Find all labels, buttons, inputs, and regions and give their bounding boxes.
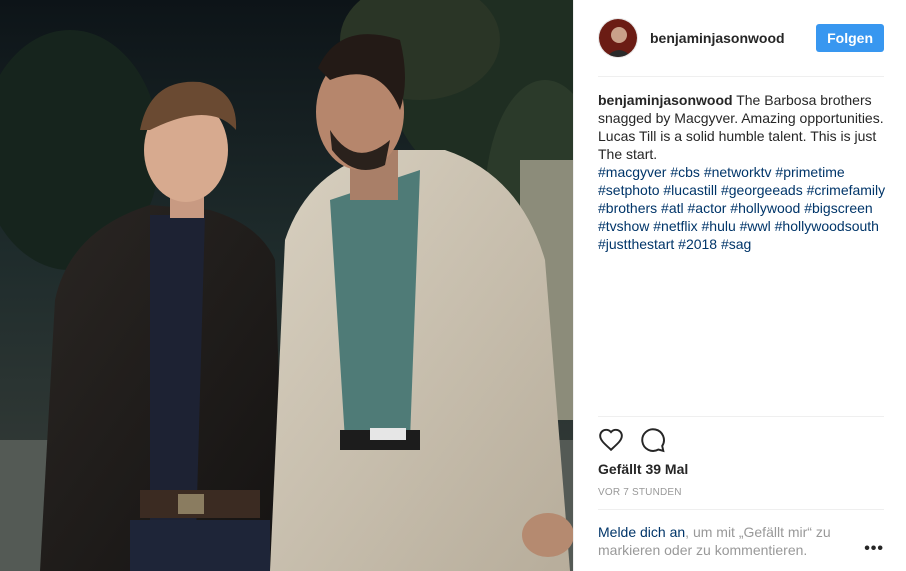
action-bar xyxy=(598,427,666,453)
divider xyxy=(598,76,884,77)
heart-icon[interactable] xyxy=(598,427,624,453)
caption-username[interactable]: benjaminjasonwood xyxy=(598,92,733,108)
comment-icon[interactable] xyxy=(640,427,666,453)
timestamp[interactable]: VOR 7 STUNDEN xyxy=(598,487,682,498)
login-link[interactable]: Melde dich an xyxy=(598,524,685,540)
caption: benjaminjasonwood The Barbosa brothers s… xyxy=(598,91,888,253)
follow-button[interactable]: Folgen xyxy=(816,24,884,52)
post-photo xyxy=(0,0,573,571)
username[interactable]: benjaminjasonwood xyxy=(650,30,816,46)
divider xyxy=(598,416,884,417)
like-count[interactable]: Gefällt 39 Mal xyxy=(598,461,688,477)
divider xyxy=(598,509,884,510)
avatar[interactable] xyxy=(598,18,638,58)
post-header: benjaminjasonwood Folgen xyxy=(598,16,884,60)
hashtags[interactable]: #macgyver #cbs #networktv #primetime #se… xyxy=(598,163,888,253)
more-options-icon[interactable]: ••• xyxy=(864,540,884,558)
post-sidebar: benjaminjasonwood Folgen benjaminjasonwo… xyxy=(573,0,906,571)
instagram-post: benjaminjasonwood Folgen benjaminjasonwo… xyxy=(0,0,906,571)
login-prompt: Melde dich an, um mit „Gefällt mir“ zu m… xyxy=(598,523,848,559)
